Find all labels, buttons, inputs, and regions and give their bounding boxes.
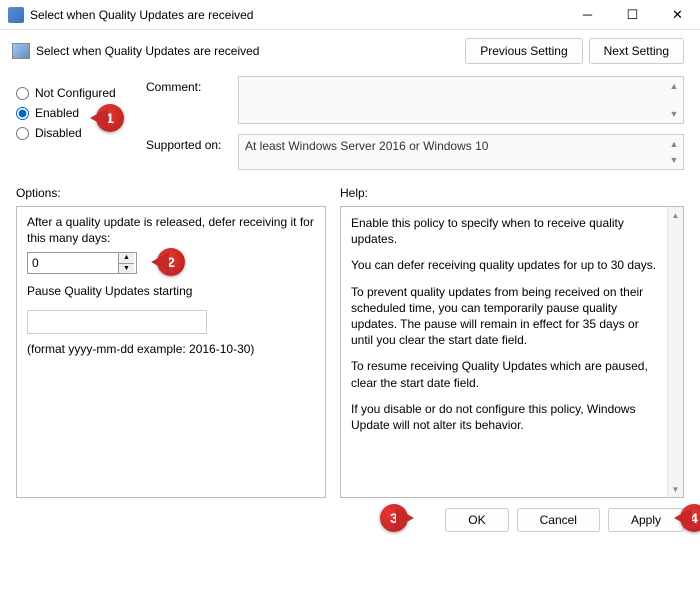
scroll-up-icon[interactable]: ▲ — [667, 79, 681, 93]
callout-3: 3 — [380, 504, 408, 532]
pause-date-input[interactable] — [27, 310, 207, 334]
maximize-button[interactable]: ☐ — [610, 0, 655, 30]
callout-2: 2 — [157, 248, 185, 276]
comment-label: Comment: — [146, 76, 238, 94]
help-p4: To resume receiving Quality Updates whic… — [351, 358, 661, 390]
footer: 3 OK Cancel Apply 4 — [0, 498, 700, 542]
radio-enabled[interactable]: Enabled 1 — [16, 106, 136, 120]
comment-row: Comment: ▲ ▼ — [146, 76, 684, 124]
spinner-buttons: ▲ ▼ — [118, 253, 134, 273]
minimize-button[interactable]: ─ — [565, 0, 610, 30]
help-p1: Enable this policy to specify when to re… — [351, 215, 661, 247]
spinner-up-icon[interactable]: ▲ — [119, 253, 134, 264]
callout-4: 4 — [680, 504, 700, 532]
help-column: Help: Enable this policy to specify when… — [340, 186, 684, 498]
help-p2: You can defer receiving quality updates … — [351, 257, 661, 273]
header: Select when Quality Updates are received… — [0, 30, 700, 68]
policy-icon — [12, 43, 30, 59]
page-title: Select when Quality Updates are received — [36, 44, 465, 58]
scroll-track[interactable] — [668, 223, 683, 481]
scroll-down-icon[interactable]: ▼ — [667, 107, 681, 121]
cancel-button[interactable]: Cancel — [517, 508, 600, 532]
next-setting-button[interactable]: Next Setting — [589, 38, 684, 64]
supported-label: Supported on: — [146, 134, 238, 152]
defer-text: After a quality update is released, defe… — [27, 215, 315, 246]
meta-column: Comment: ▲ ▼ Supported on: At least Wind… — [146, 76, 684, 180]
titlebar: Select when Quality Updates are received… — [0, 0, 700, 30]
state-radios: Not Configured Enabled 1 Disabled — [16, 76, 136, 180]
ok-button[interactable]: OK — [445, 508, 508, 532]
close-button[interactable]: ✕ — [655, 0, 700, 30]
supported-textbox: At least Windows Server 2016 or Windows … — [238, 134, 684, 170]
scroll-up-icon[interactable]: ▲ — [667, 137, 681, 151]
comment-textbox[interactable]: ▲ ▼ — [238, 76, 684, 124]
format-hint: (format yyyy-mm-dd example: 2016-10-30) — [27, 342, 315, 358]
defer-days-spinner[interactable]: ▲ ▼ — [27, 252, 137, 274]
spinner-down-icon[interactable]: ▼ — [119, 264, 134, 274]
radio-disabled-input[interactable] — [16, 127, 29, 140]
scroll-down-icon[interactable]: ▼ — [667, 153, 681, 167]
window-title: Select when Quality Updates are received — [30, 8, 565, 22]
radio-disabled-label: Disabled — [35, 126, 82, 140]
help-scrollbar[interactable]: ▲ ▼ — [667, 207, 683, 497]
scroll-down-icon[interactable]: ▼ — [668, 481, 683, 497]
radio-enabled-input[interactable] — [16, 107, 29, 120]
options-box: After a quality update is released, defe… — [16, 206, 326, 498]
panels: Options: After a quality update is relea… — [0, 180, 700, 498]
previous-setting-button[interactable]: Previous Setting — [465, 38, 582, 64]
help-label: Help: — [340, 186, 684, 200]
help-p5: If you disable or do not configure this … — [351, 401, 661, 433]
radio-not-configured-input[interactable] — [16, 87, 29, 100]
help-p3: To prevent quality updates from being re… — [351, 284, 661, 349]
defer-days-input[interactable] — [28, 253, 118, 273]
window-controls: ─ ☐ ✕ — [565, 0, 700, 30]
defer-days-row: ▲ ▼ 2 — [27, 252, 315, 274]
supported-row: Supported on: At least Windows Server 20… — [146, 134, 684, 170]
comment-value — [239, 77, 683, 85]
radio-not-configured-label: Not Configured — [35, 86, 116, 100]
radio-enabled-label: Enabled — [35, 106, 79, 120]
config-section: Not Configured Enabled 1 Disabled Commen… — [0, 68, 700, 180]
help-box: Enable this policy to specify when to re… — [340, 206, 684, 498]
pause-label: Pause Quality Updates starting — [27, 284, 315, 300]
app-icon — [8, 7, 24, 23]
callout-1: 1 — [96, 104, 124, 132]
options-column: Options: After a quality update is relea… — [16, 186, 326, 498]
scroll-up-icon[interactable]: ▲ — [668, 207, 683, 223]
supported-value: At least Windows Server 2016 or Windows … — [239, 135, 683, 157]
options-label: Options: — [16, 186, 326, 200]
radio-not-configured[interactable]: Not Configured — [16, 86, 136, 100]
nav-buttons: Previous Setting Next Setting — [465, 38, 684, 64]
